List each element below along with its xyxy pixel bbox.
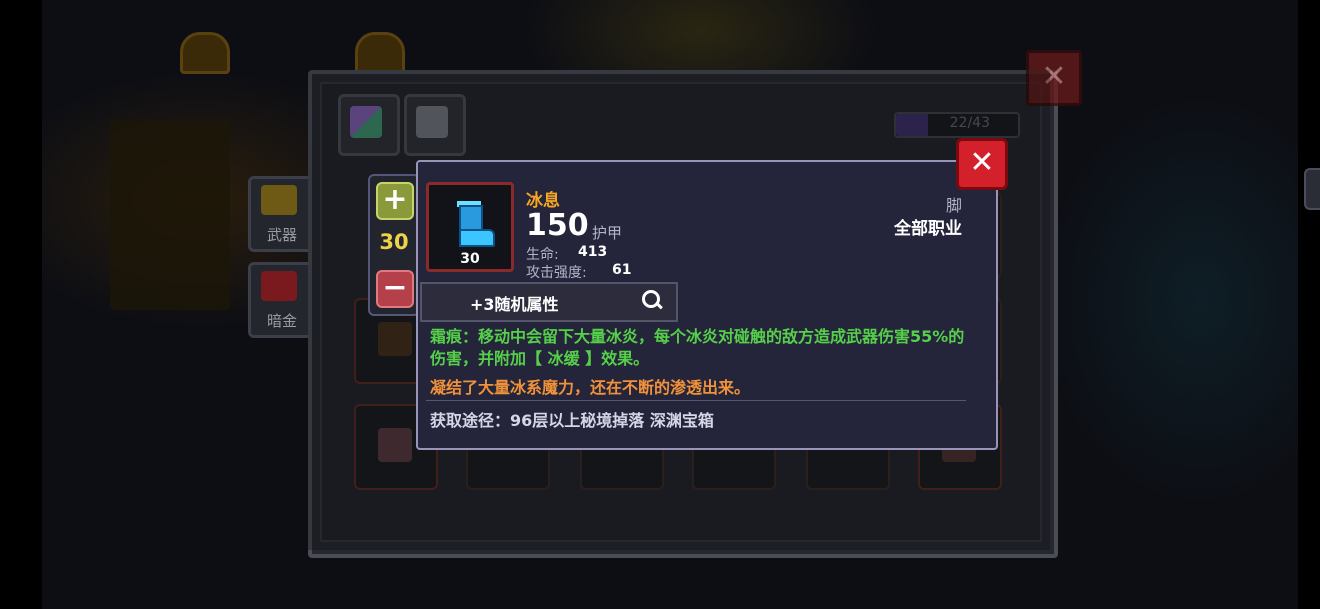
level-value: 30 [379,230,409,254]
ice-boot-icon [451,201,495,247]
level-plus-button[interactable]: + [376,182,414,220]
level-minus-button[interactable]: − [376,270,414,308]
item-level: 30 [460,251,480,267]
equip-slot-type: 脚 [945,196,962,215]
class-restriction: 全部职业 [894,219,962,239]
divider [426,400,966,401]
tooltip-close-button[interactable]: ✕ [956,138,1008,190]
stat-value: 413 [578,244,608,260]
stat-label: 攻击强度: [526,265,587,281]
lantern-icon [180,32,230,74]
magnifier-icon[interactable] [642,290,663,310]
random-attributes-label: +3随机属性 [470,295,559,314]
screen-left-edge [0,0,42,609]
item-portrait: 30 [426,182,514,272]
dark-gold-chest-icon [261,271,297,301]
stat-label: 生命: [526,247,559,263]
stat-value: 61 [612,262,632,278]
tab-weapon-label: 武器 [266,226,297,244]
item-tooltip: 30 冰息 150 护甲 生命: 413 攻击强度: 61 脚 全部职业 +3随… [416,160,998,450]
lantern-icon [355,32,405,74]
weapon-icon [261,185,297,215]
item-source-text: 获取途径：96层以上秘境掉落 深渊宝箱 [430,411,714,430]
side-drawer-handle[interactable] [1304,168,1320,210]
main-stat-value: 150 [526,208,589,243]
item-effect-text: 霜痕：移动中会留下大量冰炎，每个冰炎对碰触的敌方造成武器伤害55%的伤害，并附加… [430,327,965,368]
tab-weapon[interactable]: 武器 [248,176,316,252]
random-attributes-button[interactable]: +3随机属性 [420,282,678,322]
tab-dark-gold[interactable]: 暗金 [248,262,316,338]
main-stat-label: 护甲 [592,224,623,242]
screen-right-edge [1298,0,1320,609]
stat-hp: 生命: 413 [526,244,607,264]
item-flavor-text: 凝结了大量冰系魔力，还在不断的渗透出来。 [430,378,751,397]
stat-attack: 攻击强度: 61 [526,262,631,282]
level-stepper: + 30 − [368,174,420,316]
tab-dark-gold-label: 暗金 [266,312,297,330]
character-sprite-area [110,120,230,310]
